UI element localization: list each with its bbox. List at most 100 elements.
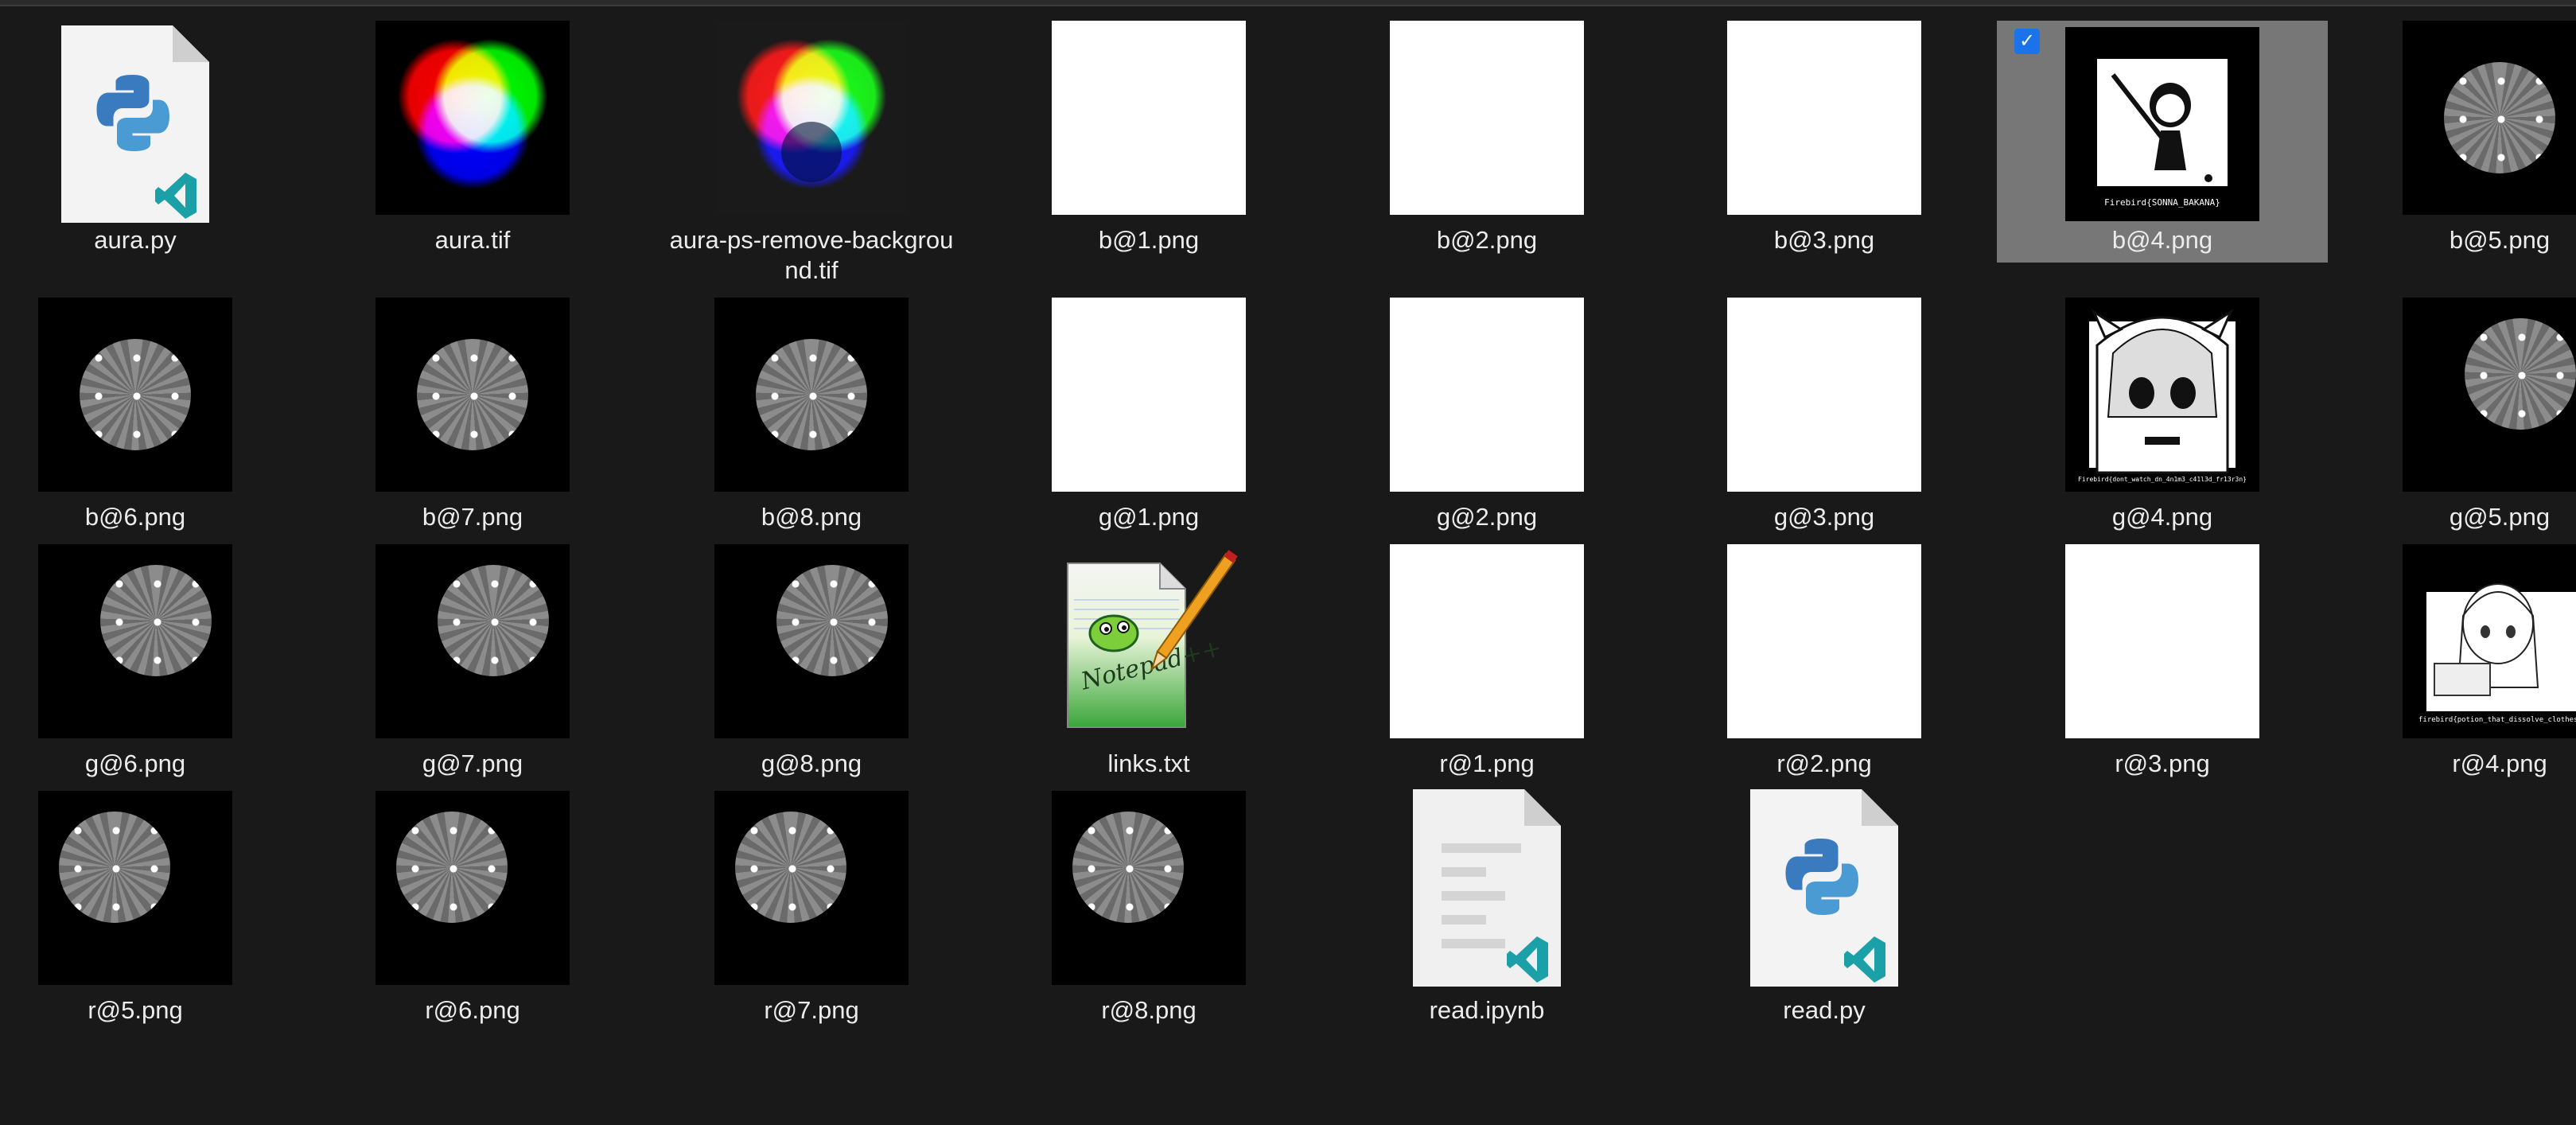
image-thumbnail bbox=[1727, 544, 1921, 738]
file-name: b@1.png bbox=[1098, 226, 1200, 254]
rgb-circles-image bbox=[398, 39, 547, 189]
file-name: read.py bbox=[1783, 996, 1866, 1024]
pattern-disc bbox=[417, 339, 528, 450]
image-thumbnail: firebird{potion_that_dissolve_clothes bbox=[2403, 544, 2576, 738]
file-name: b@3.png bbox=[1773, 226, 1875, 254]
pattern-disc bbox=[776, 565, 888, 676]
image-thumbnail bbox=[38, 544, 232, 738]
file-tile-r5-png[interactable]: r@5.png bbox=[0, 789, 304, 1024]
image-thumbnail: Firebird{SONNA_BAKANA} bbox=[2065, 27, 2259, 221]
anime-artwork bbox=[2097, 59, 2228, 186]
file-tile-b2-png[interactable]: b@2.png bbox=[1318, 19, 1656, 254]
pattern-disc bbox=[100, 565, 212, 676]
image-thumbnail bbox=[2403, 298, 2576, 492]
file-name: b@5.png bbox=[2449, 226, 2551, 254]
pattern-disc bbox=[735, 812, 846, 923]
file-name: r@4.png bbox=[2452, 749, 2547, 777]
image-thumbnail bbox=[2403, 21, 2576, 215]
notebook-file-icon bbox=[1413, 789, 1561, 987]
pattern-disc bbox=[756, 339, 867, 450]
notepad-plus-plus-icon: Notepad++ bbox=[1067, 550, 1238, 728]
image-thumbnail bbox=[1727, 298, 1921, 492]
file-tile-r3-png[interactable]: r@3.png bbox=[1994, 543, 2331, 777]
image-thumbnail bbox=[1052, 791, 1246, 985]
pattern-disc bbox=[438, 565, 549, 676]
python-file-icon bbox=[1750, 789, 1898, 987]
pattern-disc bbox=[2465, 318, 2576, 430]
file-name: b@8.png bbox=[761, 503, 862, 531]
file-tile-read-ipynb[interactable]: read.ipynb bbox=[1318, 789, 1656, 1024]
file-name: g@4.png bbox=[2111, 503, 2213, 531]
anime-character-drawing bbox=[2111, 73, 2212, 182]
file-tile-r7-png[interactable]: r@7.png bbox=[643, 789, 980, 1024]
file-name: r@1.png bbox=[1439, 749, 1535, 777]
file-name: g@7.png bbox=[422, 749, 523, 777]
pattern-disc bbox=[1072, 812, 1184, 923]
image-thumbnail bbox=[1390, 21, 1584, 215]
file-tile-b7-png[interactable]: b@7.png bbox=[304, 296, 641, 531]
file-tile-g4-png[interactable]: Firebird{dont_watch_dn_4n1m3_c41l3d_fr13… bbox=[1994, 296, 2331, 531]
file-name: r@8.png bbox=[1101, 996, 1197, 1024]
file-name: r@7.png bbox=[764, 996, 859, 1024]
image-thumbnail bbox=[1390, 544, 1584, 738]
file-tile-g3-png[interactable]: g@3.png bbox=[1656, 296, 1993, 531]
image-thumbnail bbox=[714, 544, 909, 738]
file-name: r@6.png bbox=[425, 996, 520, 1024]
anime-character-drawing bbox=[2089, 309, 2236, 474]
file-name: b@6.png bbox=[84, 503, 186, 531]
image-thumbnail bbox=[1727, 21, 1921, 215]
file-tile-r1-png[interactable]: r@1.png bbox=[1318, 543, 1656, 777]
file-name: g@1.png bbox=[1098, 503, 1200, 531]
file-name: links.txt bbox=[1107, 749, 1190, 777]
file-tile-g5-png[interactable]: g@5.png bbox=[2331, 296, 2576, 531]
file-tile-b5-png[interactable]: b@5.png bbox=[2331, 19, 2576, 254]
file-tile-r8-png[interactable]: r@8.png bbox=[980, 789, 1317, 1024]
file-tile-g6-png[interactable]: g@6.png bbox=[0, 543, 304, 777]
file-name: g@5.png bbox=[2449, 503, 2551, 531]
image-thumbnail bbox=[1390, 298, 1584, 492]
file-name: g@2.png bbox=[1436, 503, 1538, 531]
pattern-disc bbox=[2444, 62, 2555, 173]
file-tile-b6-png[interactable]: b@6.png bbox=[0, 296, 304, 531]
file-tile-b3-png[interactable]: b@3.png bbox=[1656, 19, 1993, 254]
image-caption: firebird{potion_that_dissolve_clothes bbox=[2418, 716, 2576, 724]
python-file-icon bbox=[61, 25, 209, 223]
file-tile-g2-png[interactable]: g@2.png bbox=[1318, 296, 1656, 531]
pattern-disc bbox=[396, 812, 508, 923]
image-thumbnail bbox=[38, 298, 232, 492]
image-thumbnail bbox=[2065, 544, 2259, 738]
file-tile-b4-png-selected[interactable]: ✓ Firebird{SONNA_BAKANA} b@4.png bbox=[1997, 21, 2328, 263]
file-tile-aura-ps-remove-background-tif[interactable]: aura-ps-remove-backgrou nd.tif bbox=[643, 19, 980, 290]
file-tile-b1-png[interactable]: b@1.png bbox=[980, 19, 1317, 254]
image-thumbnail bbox=[714, 791, 909, 985]
file-tile-r2-png[interactable]: r@2.png bbox=[1656, 543, 1993, 777]
rgb-circles-image bbox=[737, 39, 886, 189]
file-tile-links-txt[interactable]: Notepad++ links.txt bbox=[980, 543, 1317, 777]
image-caption: Firebird{SONNA_BAKANA} bbox=[2104, 197, 2220, 208]
file-tile-g7-png[interactable]: g@7.png bbox=[304, 543, 641, 777]
file-tile-aura-tif[interactable]: aura.tif bbox=[304, 19, 641, 254]
file-name: aura.py bbox=[94, 226, 177, 254]
anime-character-drawing bbox=[2426, 583, 2576, 711]
file-name: r@5.png bbox=[88, 996, 183, 1024]
file-grid: aura.py aura.tif aura-ps-remove-backgrou… bbox=[0, 0, 2576, 1125]
file-name: r@2.png bbox=[1776, 749, 1872, 777]
file-tile-read-py[interactable]: read.py bbox=[1656, 789, 1993, 1024]
file-tile-r6-png[interactable]: r@6.png bbox=[304, 789, 641, 1024]
file-name: g@6.png bbox=[84, 749, 186, 777]
image-caption: Firebird{dont_watch_dn_4n1m3_c41l3d_fr13… bbox=[2078, 476, 2247, 483]
file-tile-g8-png[interactable]: g@8.png bbox=[643, 543, 980, 777]
image-thumbnail bbox=[376, 21, 570, 215]
file-tile-g1-png[interactable]: g@1.png bbox=[980, 296, 1317, 531]
image-thumbnail bbox=[714, 298, 909, 492]
file-name: b@2.png bbox=[1436, 226, 1538, 254]
image-thumbnail: Firebird{dont_watch_dn_4n1m3_c41l3d_fr13… bbox=[2065, 298, 2259, 492]
image-thumbnail bbox=[1052, 298, 1246, 492]
file-tile-aura-py[interactable]: aura.py bbox=[0, 19, 304, 254]
pattern-disc bbox=[80, 339, 191, 450]
file-tile-r4-png[interactable]: firebird{potion_that_dissolve_clothes r@… bbox=[2331, 543, 2576, 777]
file-name: b@4.png bbox=[2111, 226, 2213, 254]
image-thumbnail bbox=[376, 791, 570, 985]
image-thumbnail bbox=[714, 21, 909, 215]
file-tile-b8-png[interactable]: b@8.png bbox=[643, 296, 980, 531]
